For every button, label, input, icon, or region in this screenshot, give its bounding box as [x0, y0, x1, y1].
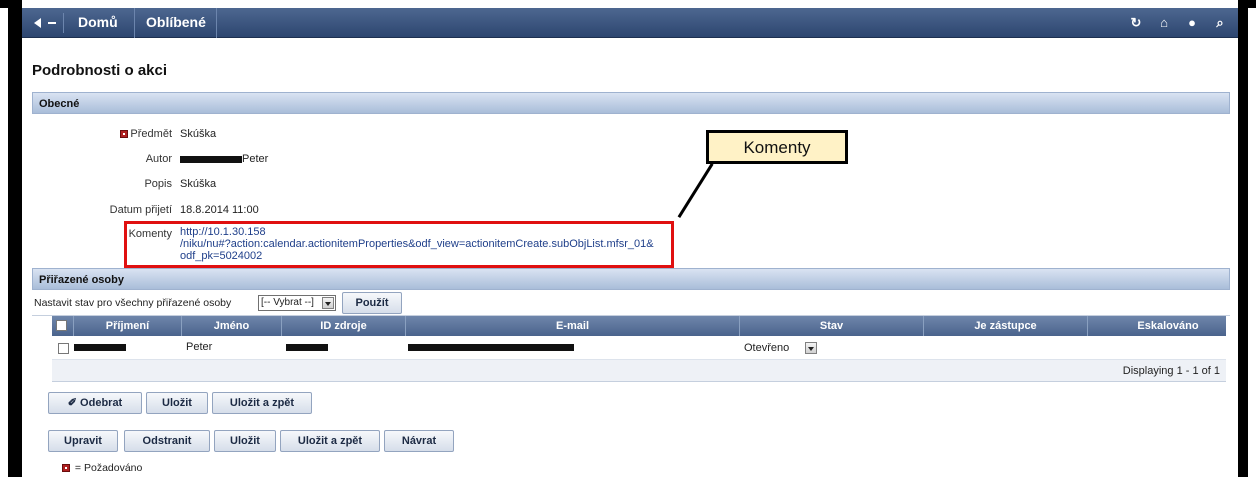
field-description-label: Popis — [144, 178, 172, 190]
section-header-general: Obecné — [32, 92, 1230, 114]
nav-item-favorites[interactable]: Oblíbené — [146, 14, 206, 30]
field-subject-label: Předmět — [120, 128, 172, 140]
nav-item-home[interactable]: Domů — [78, 14, 118, 30]
col-escalated[interactable]: Eskalováno — [1088, 316, 1248, 336]
home-icon[interactable]: ⌂ — [1156, 15, 1172, 31]
callout-pointer-line — [677, 163, 714, 219]
set-all-status-label: Nastavit stav pro všechny přiřazené osob… — [34, 297, 232, 309]
page-title: Podrobnosti o akci — [32, 62, 168, 79]
required-legend-text: = Požadováno — [74, 462, 143, 474]
select-value: [-- Vybrat --] — [261, 297, 314, 308]
status-dropdown[interactable] — [802, 341, 818, 357]
field-subject-value: Skúška — [180, 128, 217, 140]
required-icon — [120, 130, 129, 139]
back-button[interactable] — [28, 13, 64, 33]
field-author: Autor — [22, 153, 172, 169]
redacted-surname — [180, 155, 242, 163]
cell-resource-id — [286, 341, 328, 353]
cell-surname — [74, 341, 126, 353]
field-description: Popis — [22, 178, 172, 194]
search-icon[interactable]: ⌕ — [1212, 15, 1228, 31]
row-status-select[interactable]: Otevřeno — [744, 341, 820, 357]
chevron-down-icon — [805, 342, 817, 354]
remove-button[interactable]: ✐ Odebrat — [48, 392, 142, 414]
row-checkbox[interactable] — [58, 343, 69, 354]
nav-toolbar-icons: ↻ ⌂ ● ⌕ — [1128, 15, 1228, 31]
comments-callout: Komenty — [706, 130, 848, 164]
required-icon — [62, 464, 70, 473]
col-is-deputy[interactable]: Je zástupce — [924, 316, 1088, 336]
comments-highlight-box — [124, 221, 674, 268]
remove-icon: ✐ — [67, 397, 81, 409]
select-all-cell — [52, 316, 74, 336]
refresh-icon[interactable]: ↻ — [1128, 15, 1144, 31]
col-resource-id[interactable]: ID zdroje — [282, 316, 406, 336]
table-footer: Displaying 1 - 1 of 1 — [52, 360, 1226, 382]
table-save-back-button[interactable]: Uložit a zpět — [212, 392, 312, 414]
browser-frame: Domů Oblíbené ↻ ⌂ ● ⌕ Podrobnosti o akci… — [8, 0, 1248, 477]
field-received: Datum přijetí — [22, 204, 172, 220]
field-received-label: Datum přijetí — [109, 204, 172, 216]
page-save-back-button[interactable]: Uložit a zpět — [280, 430, 380, 452]
section-header-assigned: Přiřazené osoby — [32, 268, 1230, 290]
status-value: Otevřeno — [744, 342, 790, 354]
nav-separator — [216, 8, 217, 38]
col-email[interactable]: E-mail — [406, 316, 740, 336]
pagination-info: Displaying 1 - 1 of 1 — [1122, 365, 1220, 377]
help-icon[interactable]: ● — [1184, 15, 1200, 31]
field-received-value: 18.8.2014 11:00 — [180, 204, 259, 216]
required-legend: = Požadováno — [62, 462, 142, 474]
table-save-button[interactable]: Uložit — [146, 392, 208, 414]
col-surname[interactable]: Příjmení — [74, 316, 182, 336]
field-subject: Předmět — [22, 128, 172, 144]
history-dropdown-icon[interactable] — [48, 22, 56, 24]
apply-button[interactable]: Použít — [342, 292, 402, 314]
col-status[interactable]: Stav — [740, 316, 924, 336]
edit-button[interactable]: Upravit — [48, 430, 118, 452]
top-navigation-bar: Domů Oblíbené ↻ ⌂ ● ⌕ — [22, 8, 1238, 38]
cell-first-name: Peter — [186, 341, 213, 353]
redacted-surname — [74, 343, 126, 351]
redacted-id — [286, 343, 328, 351]
nav-separator — [134, 8, 135, 38]
field-author-value: Peter — [180, 153, 268, 165]
field-description-value: Skúška — [180, 178, 217, 190]
return-button[interactable]: Návrat — [384, 430, 454, 452]
back-arrow-icon — [34, 18, 41, 28]
remove-button-label: Odebrat — [80, 397, 123, 409]
chevron-down-icon — [322, 297, 334, 309]
delete-button[interactable]: Odstranit — [124, 430, 210, 452]
col-first-name[interactable]: Jméno — [182, 316, 282, 336]
field-author-label: Autor — [145, 153, 172, 165]
assigned-toolbar: Nastavit stav pro všechny přiřazené osob… — [32, 290, 1230, 316]
redacted-email — [408, 343, 574, 351]
select-all-checkbox[interactable] — [56, 320, 67, 331]
table-row: Peter Otevřeno — [52, 338, 1226, 360]
assigned-table-header: Příjmení Jméno ID zdroje E-mail Stav Je … — [52, 316, 1226, 336]
page-save-button[interactable]: Uložit — [214, 430, 276, 452]
cell-email — [408, 341, 574, 353]
set-all-status-select[interactable]: [-- Vybrat --] — [258, 295, 336, 311]
